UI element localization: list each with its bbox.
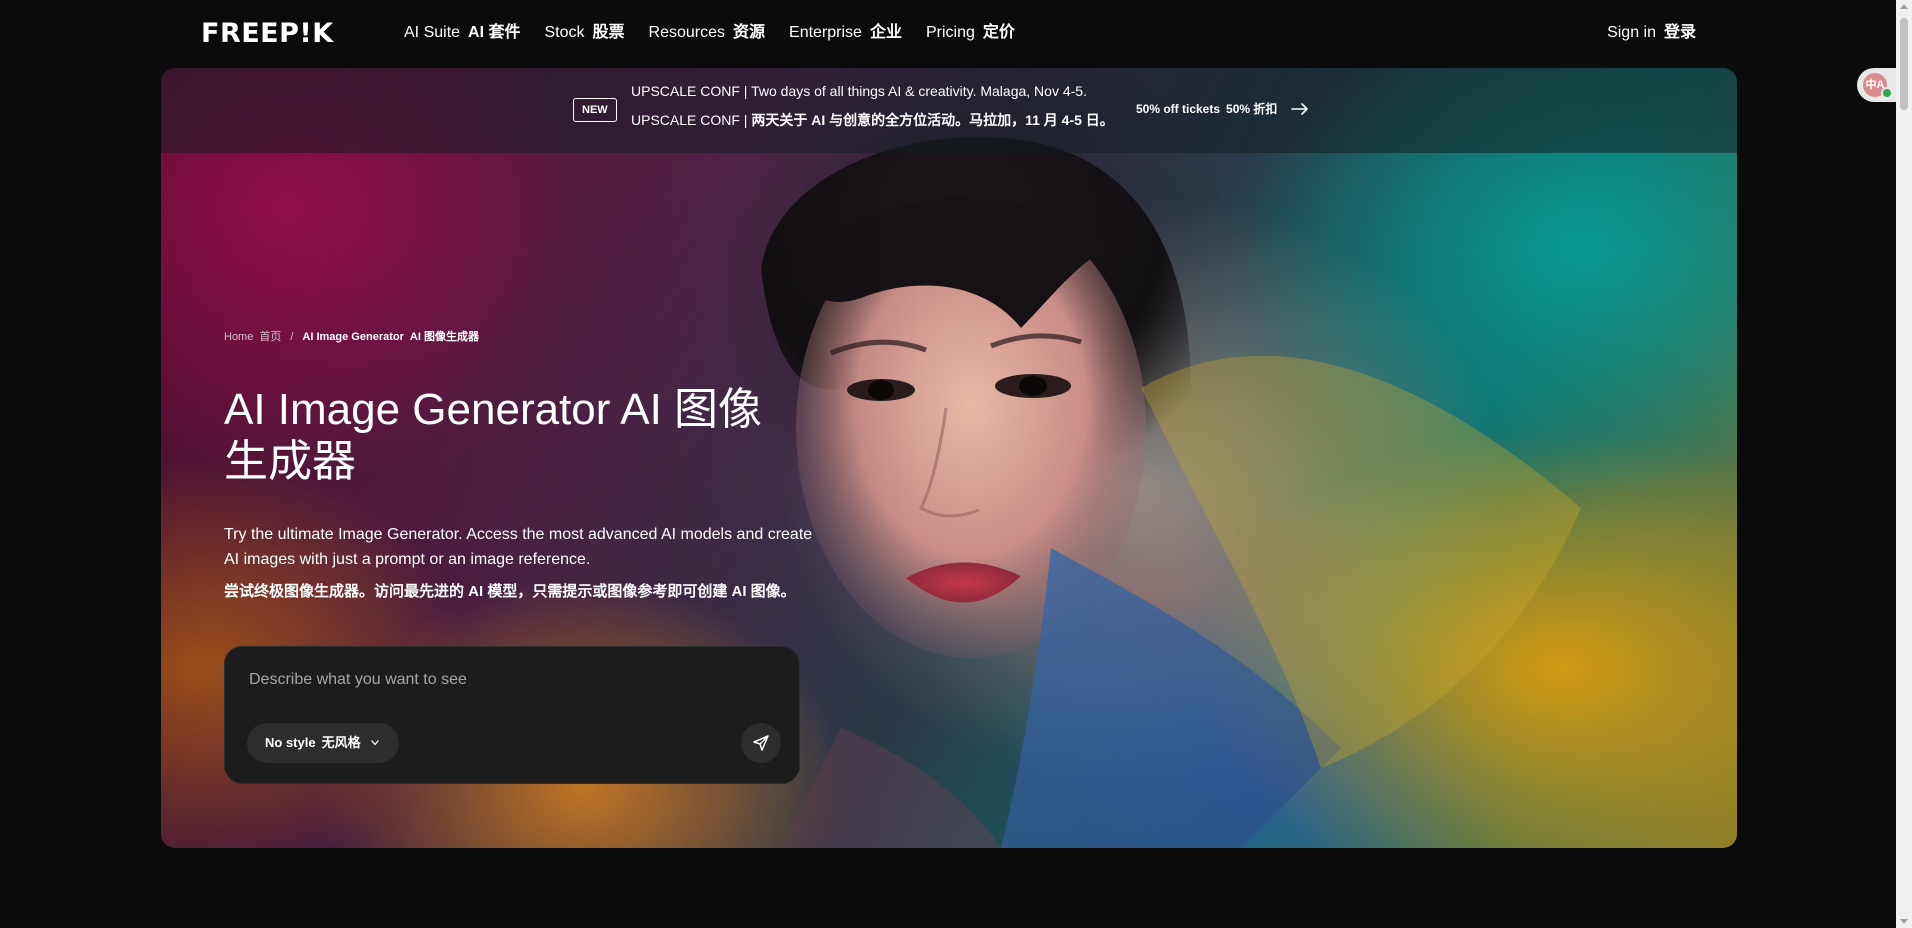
nav-item-label: AI Suite xyxy=(404,24,461,41)
nav-item-label-zh: 资源 xyxy=(733,24,766,41)
main-menu: AI Suite AI 套件 Stock 股票 Resources 资源 Enterp… xyxy=(404,22,1015,44)
breadcrumb-current-label-zh: AI 图像生成器 xyxy=(409,331,479,343)
tickets-discount-label: 50% off tickets xyxy=(1136,102,1221,116)
nav-item-label-zh: AI 套件 xyxy=(468,24,521,41)
sign-in-link[interactable]: Sign in 登录 xyxy=(1607,22,1696,44)
nav-item-label: Stock xyxy=(544,24,585,41)
nav-item-ai-suite[interactable]: AI Suite AI 套件 xyxy=(404,22,520,44)
sign-in-label: Sign in xyxy=(1607,24,1656,41)
hero-section: NEW UPSCALE CONF | Two days of all thing… xyxy=(161,68,1737,848)
nav-item-label: Resources xyxy=(648,24,725,41)
scroll-thumb[interactable] xyxy=(1900,18,1908,110)
sign-in-label-zh: 登录 xyxy=(1663,24,1696,41)
banner-text-zh-prefix: UPSCALE CONF | xyxy=(631,112,752,128)
nav-item-label: Pricing xyxy=(925,24,975,41)
arrow-right-icon xyxy=(1291,103,1309,115)
page-scrollbar[interactable] xyxy=(1896,0,1912,928)
scroll-up-arrow-icon[interactable] xyxy=(1900,4,1908,9)
breadcrumb: Home 首页 / AI Image Generator AI 图像生成器 xyxy=(224,329,479,345)
style-dropdown[interactable]: No style 无风格 xyxy=(247,723,399,763)
translate-extension-button[interactable]: 中A xyxy=(1857,68,1897,102)
chevron-down-icon xyxy=(370,740,379,746)
nav-item-label-zh: 企业 xyxy=(869,24,902,41)
send-icon xyxy=(753,735,769,751)
top-navigation: FREEP!K AI Suite AI 套件 Stock 股票 Resources 资… xyxy=(0,0,1896,68)
breadcrumb-home-label-zh: 首页 xyxy=(259,331,282,343)
new-badge: NEW xyxy=(573,98,617,122)
breadcrumb-home-link[interactable]: Home 首页 xyxy=(224,329,281,345)
nav-item-label-zh: 定价 xyxy=(982,24,1015,41)
scroll-down-arrow-icon[interactable] xyxy=(1900,919,1908,924)
prompt-panel: No style 无风格 xyxy=(224,646,800,784)
generate-button[interactable] xyxy=(741,723,781,763)
banner-text-zh-body: 两天关于 AI 与创意的全方位活动。马拉加，11 月 4-5 日。 xyxy=(751,112,1114,128)
breadcrumb-current-label: AI Image Generator xyxy=(302,331,404,343)
tickets-discount-label-zh: 50% 折扣 xyxy=(1226,102,1278,116)
page-title: AI Image Generator AI 图像生成器 xyxy=(224,385,763,486)
nav-item-enterprise[interactable]: Enterprise 企业 xyxy=(789,22,902,44)
nav-item-label: Enterprise xyxy=(789,24,862,41)
banner-text-en: UPSCALE CONF | Two days of all things AI… xyxy=(631,83,1087,99)
tickets-discount-link[interactable]: 50% off tickets 50% 折扣 xyxy=(1136,100,1309,118)
announcement-banner[interactable]: NEW UPSCALE CONF | Two days of all thing… xyxy=(161,68,1737,153)
breadcrumb-home-label: Home xyxy=(224,331,254,343)
check-badge-icon xyxy=(1881,87,1893,99)
breadcrumb-current: AI Image Generator AI 图像生成器 xyxy=(302,329,479,345)
style-dropdown-label-zh: 无风格 xyxy=(321,735,361,750)
hero-description: Try the ultimate Image Generator. Access… xyxy=(224,526,813,568)
nav-item-pricing[interactable]: Pricing 定价 xyxy=(926,22,1015,44)
banner-text-zh: UPSCALE CONF | 两天关于 AI 与创意的全方位活动。马拉加，11 … xyxy=(631,110,1114,130)
freepik-logo[interactable]: FREEP!K xyxy=(201,18,334,50)
nav-item-resources[interactable]: Resources 资源 xyxy=(649,22,766,44)
nav-item-stock[interactable]: Stock 股票 xyxy=(544,22,624,44)
hero-description-zh: 尝试终极图像生成器。访问最先进的 AI 模型，只需提示或图像参考即可创建 AI … xyxy=(224,583,796,600)
nav-item-label-zh: 股票 xyxy=(592,24,625,41)
breadcrumb-separator: / xyxy=(290,331,294,343)
prompt-input[interactable] xyxy=(247,667,767,693)
style-dropdown-label: No style xyxy=(265,735,316,750)
